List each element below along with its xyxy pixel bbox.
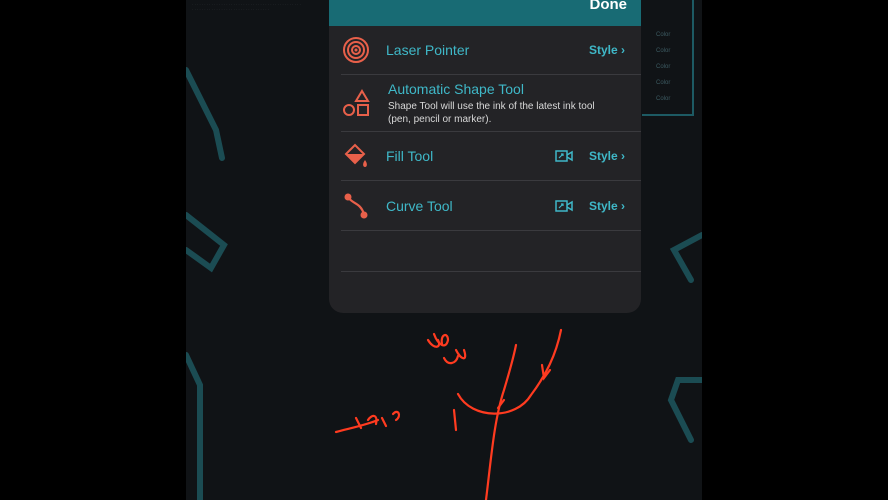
style-button[interactable]: Style › xyxy=(589,149,625,163)
tool-row-laser-pointer[interactable]: Laser Pointer Style › xyxy=(341,26,641,75)
done-button[interactable]: Done xyxy=(590,0,628,13)
tool-label: Automatic Shape Tool xyxy=(388,80,524,97)
tool-label: Curve Tool xyxy=(386,197,453,214)
laser-pointer-icon xyxy=(341,35,371,65)
tool-label: Laser Pointer xyxy=(386,42,470,58)
popover-header: Done xyxy=(329,0,641,26)
tool-row-fill[interactable]: Fill Tool Style › xyxy=(341,132,641,181)
tool-description: Shape Tool will use the ink of the lates… xyxy=(388,100,595,125)
style-button[interactable]: Style › xyxy=(589,199,625,213)
shapes-icon xyxy=(341,88,371,118)
video-tutorial-icon[interactable] xyxy=(555,149,573,163)
style-button[interactable]: Style › xyxy=(589,43,625,57)
empty-tool-row xyxy=(341,231,641,272)
tool-row-curve[interactable]: Curve Tool Style › xyxy=(341,181,641,231)
tool-popover: Done Laser Pointer Style › Automatic Sha… xyxy=(329,0,641,313)
tool-label: Fill Tool xyxy=(386,148,434,164)
fill-bucket-icon xyxy=(341,141,371,171)
curve-icon xyxy=(341,191,371,221)
video-tutorial-icon[interactable] xyxy=(555,199,573,213)
tool-row-automatic-shape[interactable]: Automatic Shape Tool Shape Tool will use… xyxy=(341,75,641,132)
